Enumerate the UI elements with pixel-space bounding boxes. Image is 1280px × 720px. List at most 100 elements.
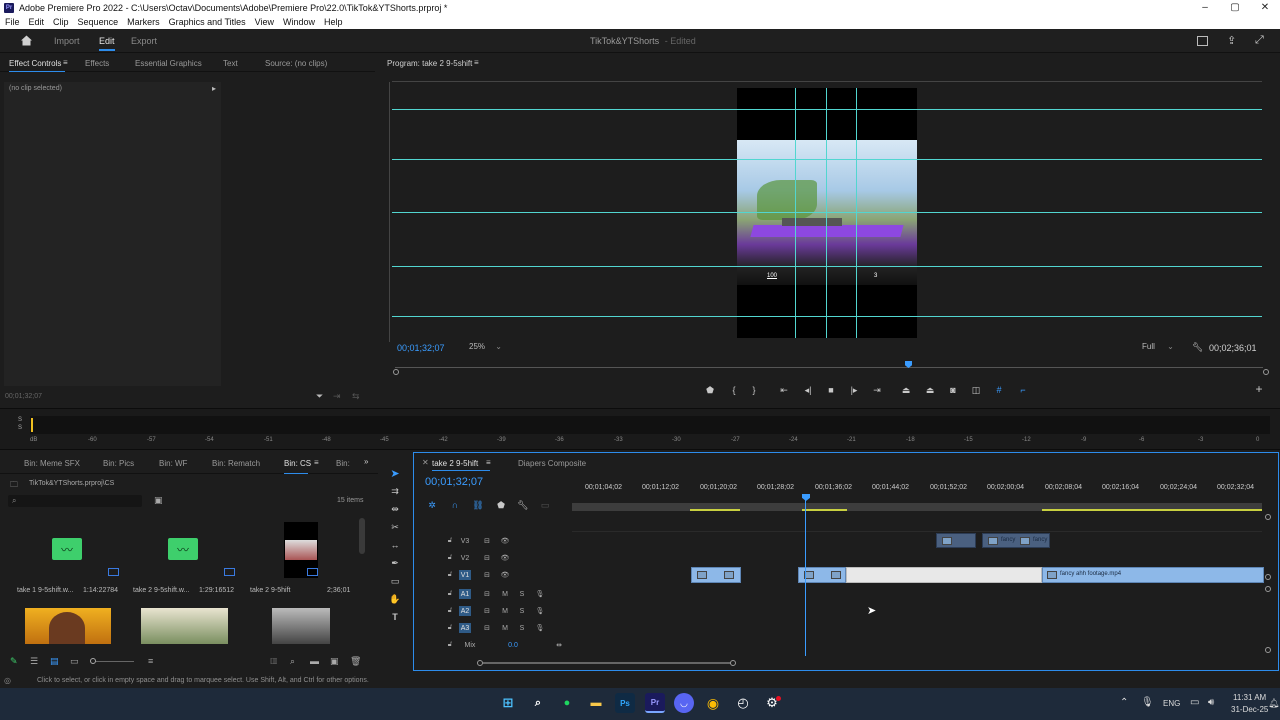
snap-guides-icon[interactable]: ⌐ bbox=[1016, 384, 1030, 396]
solo-icon[interactable]: S bbox=[516, 606, 528, 616]
guide-horizontal-1[interactable] bbox=[392, 109, 1262, 110]
filter-icon[interactable]: ⏷ bbox=[316, 391, 323, 402]
program-scrubber-track[interactable] bbox=[395, 367, 1263, 368]
tab-sequence[interactable]: take 2 9-5hift bbox=[432, 459, 478, 468]
selection-tool-icon[interactable]: ➤ bbox=[388, 466, 402, 480]
mute-icon[interactable]: M bbox=[499, 589, 511, 599]
icon-view-icon[interactable]: ▤ bbox=[50, 656, 59, 667]
new-bin-button-icon[interactable]: ▬ bbox=[310, 656, 319, 666]
pen-tool-icon[interactable]: ✒ bbox=[388, 556, 402, 570]
taskbar-search-icon[interactable]: ⌕ bbox=[528, 693, 548, 713]
project-scrollbar[interactable] bbox=[359, 518, 365, 554]
chrome-icon[interactable]: ◉ bbox=[703, 693, 723, 713]
guide-horizontal-5[interactable] bbox=[392, 316, 1262, 317]
menu-file[interactable]: File bbox=[5, 17, 20, 27]
v3-clip[interactable]: fancy fancy bbox=[982, 533, 1050, 548]
panel-menu-icon[interactable]: ≡ bbox=[63, 58, 68, 67]
sequence-menu-icon[interactable]: ≡ bbox=[486, 458, 491, 467]
guide-horizontal-4[interactable] bbox=[392, 266, 1262, 267]
lock-icon[interactable]: 🔓︎ bbox=[444, 606, 456, 616]
go-to-out-icon[interactable]: ⇥ bbox=[871, 384, 883, 396]
close-icon[interactable]: ✕ bbox=[1250, 0, 1280, 15]
stop-icon[interactable]: ■ bbox=[825, 384, 837, 396]
video-frame[interactable]: 100 3 bbox=[737, 88, 917, 338]
microphone-icon[interactable]: 🎙︎ bbox=[534, 606, 546, 616]
sort-icon[interactable]: ≡ bbox=[148, 656, 153, 666]
mix-value[interactable]: 0.0 bbox=[507, 640, 519, 650]
microphone-icon[interactable]: 🎙︎ bbox=[534, 589, 546, 599]
a-scroll-handle[interactable] bbox=[1265, 647, 1271, 653]
automate-icon[interactable]: ▥ bbox=[270, 656, 278, 665]
trash-icon[interactable]: 🗑︎ bbox=[350, 656, 361, 667]
image-thumbnail-2[interactable] bbox=[141, 608, 228, 644]
snap-icon[interactable]: ∩ bbox=[449, 499, 461, 511]
discord-icon[interactable]: ◡ bbox=[674, 693, 694, 713]
sync-lock-icon[interactable]: ⊟ bbox=[481, 623, 493, 633]
hand-tool-icon[interactable]: ✋ bbox=[388, 592, 402, 606]
tab-bin-cs[interactable]: Bin: CS bbox=[284, 459, 311, 468]
maximize-icon[interactable]: ▢ bbox=[1220, 0, 1250, 15]
step-forward-icon[interactable]: |▸ bbox=[848, 384, 860, 396]
guide-horizontal-2[interactable] bbox=[392, 159, 1262, 160]
microphone-icon[interactable]: 🎙︎ bbox=[534, 623, 546, 633]
tab-edit[interactable]: Edit bbox=[99, 36, 115, 51]
menu-clip[interactable]: Clip bbox=[53, 17, 69, 27]
tab-effect-controls[interactable]: Effect Controls bbox=[9, 59, 61, 68]
wrench-icon[interactable]: 🔧︎ bbox=[1192, 342, 1203, 353]
tab-bin-rematch[interactable]: Bin: Rematch bbox=[212, 459, 260, 468]
solo-icon[interactable]: S bbox=[516, 623, 528, 633]
more-tabs-icon[interactable]: » bbox=[364, 457, 368, 466]
ripple-edit-tool-icon[interactable]: ⇹ bbox=[388, 502, 402, 516]
menu-view[interactable]: View bbox=[255, 17, 274, 27]
linked-selection-icon[interactable]: ⛓ bbox=[472, 499, 484, 511]
track-label-v3[interactable]: V3 bbox=[459, 536, 471, 546]
nest-toggle-icon[interactable]: ✲ bbox=[426, 499, 438, 511]
menu-edit[interactable]: Edit bbox=[29, 17, 45, 27]
h-scroll-end-handle[interactable] bbox=[730, 660, 736, 666]
track-label-v2[interactable]: V2 bbox=[459, 553, 471, 563]
a-scroll-handle[interactable] bbox=[1265, 586, 1271, 592]
guide-vertical-2[interactable] bbox=[826, 88, 827, 338]
lock-icon[interactable]: 🔓︎ bbox=[444, 536, 456, 546]
timeline-playhead-line[interactable] bbox=[805, 500, 806, 656]
guides-grid-icon[interactable]: # bbox=[992, 384, 1006, 396]
v1-footage-clip[interactable]: fancy ahh footage.mp4 bbox=[1042, 567, 1264, 583]
windows-start-icon[interactable]: ⊞ bbox=[498, 693, 518, 713]
v-scroll-handle[interactable] bbox=[1265, 574, 1271, 580]
sync-lock-icon[interactable]: ⊟ bbox=[481, 536, 493, 546]
tab-effects[interactable]: Effects bbox=[85, 59, 109, 68]
razor-tool-icon[interactable]: ✂ bbox=[388, 520, 402, 534]
lift-icon[interactable]: ⏏ bbox=[899, 384, 913, 396]
list-view-icon[interactable]: ☰ bbox=[30, 656, 38, 667]
tray-overflow-icon[interactable]: ⌃ bbox=[1120, 697, 1128, 708]
lock-icon[interactable]: 🔓︎ bbox=[444, 589, 456, 599]
camera-icon[interactable]: ◙ bbox=[946, 384, 960, 396]
mute-icon[interactable]: M bbox=[499, 606, 511, 616]
pen-icon[interactable]: ✎ bbox=[10, 656, 18, 667]
fullscreen-icon[interactable]: ⤢ bbox=[1255, 34, 1264, 47]
timeline-timecode[interactable]: 00;01;32;07 bbox=[425, 476, 483, 488]
h-scroll-bar[interactable] bbox=[483, 662, 731, 664]
lock-icon[interactable]: 🔓︎ bbox=[444, 623, 456, 633]
resolution-select[interactable]: Full ⌄ bbox=[1142, 342, 1184, 354]
extract-icon[interactable]: ⏏ bbox=[923, 384, 937, 396]
mark-in-icon[interactable]: { bbox=[729, 384, 739, 396]
ripple-icon[interactable]: ⇆ bbox=[352, 391, 360, 402]
tray-mic-icon[interactable]: 🎙︎ bbox=[1141, 697, 1154, 708]
sync-lock-icon[interactable]: ⊟ bbox=[481, 553, 493, 563]
new-item-icon[interactable]: ▣ bbox=[330, 656, 339, 667]
new-bin-icon[interactable]: ▣ bbox=[154, 495, 163, 506]
solo-label-1[interactable]: S bbox=[18, 417, 22, 423]
program-timecode[interactable]: 00;01;32;07 bbox=[397, 343, 445, 353]
bin-menu-icon[interactable]: ≡ bbox=[314, 458, 319, 467]
guide-horizontal-3[interactable] bbox=[392, 212, 1262, 213]
tab-bin-pics[interactable]: Bin: Pics bbox=[103, 459, 134, 468]
home-icon[interactable] bbox=[20, 34, 33, 47]
image-thumbnail-3[interactable] bbox=[272, 608, 330, 644]
menu-sequence[interactable]: Sequence bbox=[78, 17, 119, 27]
freeform-view-icon[interactable]: ▭ bbox=[70, 656, 79, 667]
track-label-a1[interactable]: A1 bbox=[459, 589, 471, 599]
mark-out-icon[interactable]: } bbox=[749, 384, 759, 396]
export-frame-icon[interactable]: ⇥ bbox=[333, 391, 341, 402]
project-item[interactable]: 〰 bbox=[10, 520, 125, 580]
